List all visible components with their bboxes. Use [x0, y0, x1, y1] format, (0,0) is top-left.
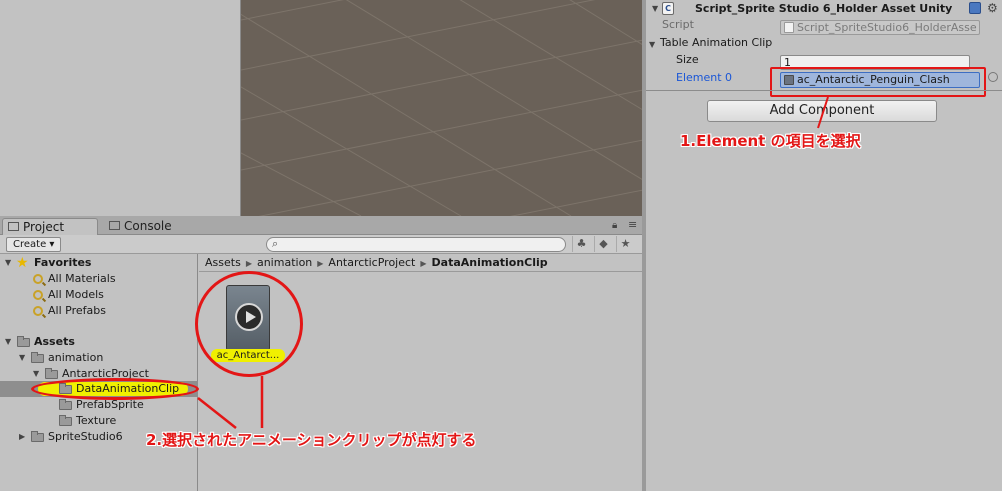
console-icon [109, 221, 120, 230]
folder-icon [59, 399, 72, 410]
hierarchy-panel-remnant [0, 0, 240, 216]
breadcrumb-separator-icon: ▶ [317, 259, 324, 268]
lock-icon[interactable]: 🔒︎ [612, 220, 617, 231]
tree-item-label: Favorites [34, 256, 92, 269]
tree-item-label: animation [48, 351, 104, 364]
scene-view[interactable] [240, 0, 642, 216]
annotation-step-1: 1.Element の項目を選択 [680, 132, 861, 150]
help-icon[interactable] [969, 2, 981, 14]
component-title: Script_Sprite Studio 6_Holder Asset Unit… [695, 2, 953, 15]
scene-grid [241, 0, 642, 216]
tree-item-label: PrefabSprite [76, 398, 144, 411]
tab-project[interactable]: Project [2, 218, 98, 235]
search-icon [33, 306, 43, 316]
folder-icon [31, 352, 44, 363]
element-0-label: Element 0 [676, 71, 733, 84]
breadcrumb-separator-icon: ▶ [245, 259, 252, 268]
search-icon: ⌕ [272, 237, 279, 250]
breadcrumb-item[interactable]: animation [257, 256, 312, 269]
expand-arrow-icon[interactable]: ▼ [33, 366, 39, 382]
tab-console-label: Console [124, 219, 172, 233]
expand-arrow-icon[interactable]: ▼ [5, 255, 11, 271]
breadcrumb-item-current[interactable]: DataAnimationClip [432, 256, 548, 269]
table-foldout-icon[interactable]: ▼ [649, 36, 655, 54]
gear-icon[interactable]: ⚙ [987, 0, 998, 17]
tree-item-label: All Models [48, 288, 104, 301]
project-content: Assets ▶ animation ▶ AntarcticProject ▶ DataAn… [195, 254, 642, 491]
inspector-panel: ▼ C Script_Sprite Studio 6_Holder Asset … [646, 0, 1002, 491]
breadcrumb-item[interactable]: AntarcticProject [328, 256, 415, 269]
breadcrumb: Assets ▶ animation ▶ AntarcticProject ▶ DataAn… [199, 254, 642, 272]
tree-item-label: Texture [76, 414, 117, 427]
breadcrumb-item[interactable]: Assets [205, 256, 241, 269]
size-label: Size [676, 53, 699, 66]
annotation-highlight-box [770, 67, 986, 97]
tree-item-texture[interactable]: Texture [0, 413, 198, 429]
search-icon [33, 290, 43, 300]
tree-item-all-models[interactable]: All Models [0, 287, 198, 303]
breadcrumb-separator-icon: ▶ [420, 259, 427, 268]
folder-icon [59, 415, 72, 426]
expand-arrow-icon[interactable]: ▼ [19, 350, 25, 366]
script-label: Script [662, 18, 694, 31]
filter-by-type-icon[interactable]: ♣ [572, 236, 590, 252]
foldout-arrow-icon[interactable]: ▼ [652, 0, 658, 18]
annotation-circle-asset [195, 271, 303, 377]
tree-item-label: All Prefabs [48, 304, 106, 317]
component-header[interactable]: ▼ C Script_Sprite Studio 6_Holder Asset … [646, 0, 1002, 18]
project-toolbar: Create ▾ ⌕ ♣ ◆ ★ [0, 235, 642, 254]
folder-icon [45, 368, 58, 379]
table-animation-clip-label[interactable]: Table Animation Clip [660, 36, 772, 49]
menu-icon[interactable]: ≡ [628, 218, 637, 231]
tree-item-prefab-sprite[interactable]: PrefabSprite [0, 397, 198, 413]
search-input[interactable]: ⌕ [266, 237, 566, 252]
tree-item-favorites[interactable]: ▼ ★ Favorites [0, 255, 198, 271]
tree-item-all-materials[interactable]: All Materials [0, 271, 198, 287]
annotation-step-2: 2.選択されたアニメーションクリップが点灯する [146, 431, 477, 449]
tree-item-assets[interactable]: ▼ Assets [0, 334, 198, 350]
tree-item-label: SpriteStudio6 [48, 430, 123, 443]
favorite-star-icon[interactable]: ★ [616, 236, 634, 252]
search-icon [33, 274, 43, 284]
expand-arrow-icon[interactable]: ▼ [5, 334, 11, 350]
script-field: Script_SpriteStudio6_HolderAsse [780, 20, 980, 35]
tab-console[interactable]: Console [104, 218, 184, 235]
folder-icon [31, 431, 44, 442]
folder-icon [8, 222, 19, 231]
create-button[interactable]: Create ▾ [6, 237, 62, 252]
object-picker-icon[interactable] [988, 72, 998, 82]
add-component-button[interactable]: Add Component [707, 100, 937, 122]
tree-item-label: Assets [34, 335, 75, 348]
tree-item-label: All Materials [48, 272, 116, 285]
script-field-value: Script_SpriteStudio6_HolderAsse [797, 21, 977, 34]
folder-icon [17, 336, 30, 347]
script-icon: C [662, 2, 674, 15]
script-file-icon [784, 22, 794, 33]
expand-arrow-icon[interactable]: ▶ [19, 429, 25, 445]
tree-item-animation[interactable]: ▼ animation [0, 350, 198, 366]
tab-project-label: Project [23, 220, 65, 234]
project-tab-bar: Project Console 🔒︎ ≡ [0, 216, 642, 235]
star-icon: ★ [16, 255, 29, 271]
filter-by-label-icon[interactable]: ◆ [594, 236, 612, 252]
project-tree: ▼ ★ Favorites All Materials All Models A… [0, 254, 199, 491]
tree-item-all-prefabs[interactable]: All Prefabs [0, 303, 198, 319]
separator [646, 90, 1002, 91]
